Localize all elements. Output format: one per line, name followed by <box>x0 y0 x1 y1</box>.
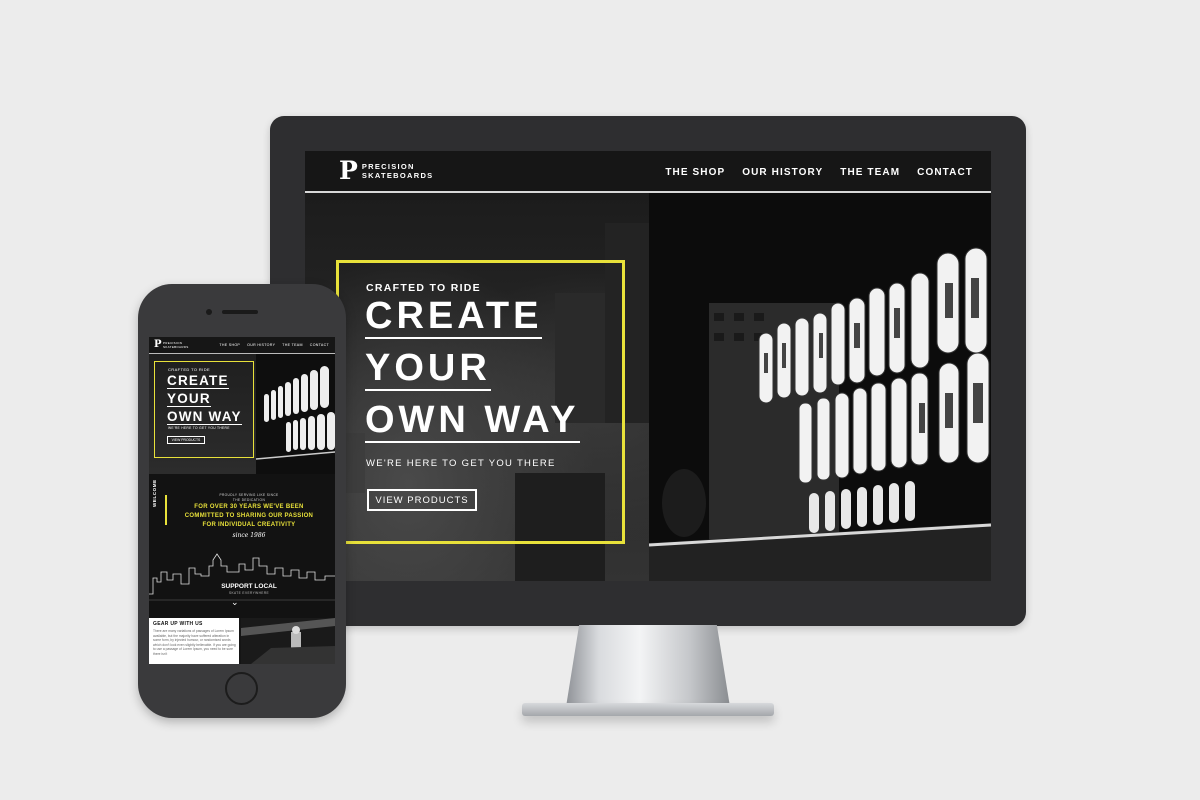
mobile-nav-our-history[interactable]: OUR HISTORY <box>247 343 275 347</box>
welcome-line-3: FOR INDIVIDUAL CREATIVITY <box>202 522 296 528</box>
monitor-stand <box>566 625 730 707</box>
mobile-hero-photo <box>256 354 335 474</box>
desktop-navbar: P PRECISION SKATEBOARDS THE SHOP OUR HIS… <box>305 151 991 193</box>
nav-the-team[interactable]: THE TEAM <box>840 167 900 178</box>
gear-up-photo <box>241 618 335 664</box>
mobile-navbar: P PRECISION SKATEBOARDS THE SHOP OUR HIS… <box>149 337 335 354</box>
hero-headline-line-2: YOUR <box>365 347 491 391</box>
mobile-nav-the-shop[interactable]: THE SHOP <box>219 343 240 347</box>
welcome-side-label: WELCOME <box>152 479 157 507</box>
mobile-hero-kicker: CRAFTED TO RIDE <box>168 367 211 372</box>
mobile-logo-p-icon[interactable]: P <box>154 340 162 350</box>
monitor-stand-base <box>522 703 774 716</box>
mobile-nav-contact[interactable]: CONTACT <box>310 343 329 347</box>
desktop-menu: THE SHOP OUR HISTORY THE TEAM CONTACT <box>665 167 973 178</box>
hero-subtitle: WE'RE HERE TO GET YOU THERE <box>366 458 556 469</box>
skate-everywhere-text: SKATE EVERYWHERE <box>228 591 270 595</box>
logo-line-2: SKATEBOARDS <box>361 171 434 180</box>
welcome-line-2: COMMITTED TO SHARING OUR PASSION <box>184 513 314 519</box>
hero-kicker: CRAFTED TO RIDE <box>366 282 481 294</box>
mobile-hero-headline-line-3: OWN WAY <box>167 409 242 425</box>
proudly-serving-text: PROUDLY SERVING LIKE SINCE <box>219 493 279 497</box>
dedication-text: THE DEDICATION <box>232 498 266 502</box>
gear-up-body: There are many variations of passages of… <box>153 629 236 656</box>
hero-headline-line-3: OWN WAY <box>365 399 580 443</box>
nav-contact[interactable]: CONTACT <box>917 167 973 178</box>
hero-photo-skateboard-wall <box>649 193 991 581</box>
logo-line-1: PRECISION <box>361 162 415 171</box>
desktop-screen: P PRECISION SKATEBOARDS THE SHOP OUR HIS… <box>305 151 991 581</box>
phone-camera <box>206 309 212 315</box>
welcome-accent-bar <box>165 495 167 525</box>
view-products-button[interactable]: VIEW PRODUCTS <box>367 489 477 511</box>
mobile-screen: P PRECISION SKATEBOARDS THE SHOP OUR HIS… <box>149 337 335 664</box>
desktop-logo[interactable]: P PRECISION SKATEBOARDS <box>339 156 434 185</box>
phone-speaker <box>222 310 258 314</box>
mobile-logo-line-2: SKATEBOARDS <box>163 345 189 349</box>
since-script: since 1986 <box>232 532 266 539</box>
mobile-menu: THE SHOP OUR HISTORY THE TEAM CONTACT <box>219 343 329 347</box>
hero-headline-line-1: CREATE <box>365 295 543 339</box>
mobile-nav-the-team[interactable]: THE TEAM <box>282 343 303 347</box>
support-local-heading: SUPPORT LOCAL <box>221 583 277 590</box>
logo-p-icon: P <box>339 156 358 185</box>
chevron-down-icon[interactable]: ⌄ <box>231 598 239 607</box>
mobile-hero-headline-line-2: YOUR <box>167 391 211 407</box>
home-button-icon[interactable] <box>225 672 258 705</box>
mobile-hero-headline-line-1: CREATE <box>167 373 229 389</box>
welcome-line-1: FOR OVER 30 YEARS WE'VE BEEN <box>194 504 304 510</box>
nav-our-history[interactable]: OUR HISTORY <box>742 167 823 178</box>
gear-up-title: GEAR UP WITH US <box>153 621 203 627</box>
mobile-hero-subtitle: WE'RE HERE TO GET YOU THERE <box>168 426 230 430</box>
nav-the-shop[interactable]: THE SHOP <box>665 167 725 178</box>
mobile-view-products-button[interactable]: VIEW PRODUCTS <box>167 436 205 444</box>
